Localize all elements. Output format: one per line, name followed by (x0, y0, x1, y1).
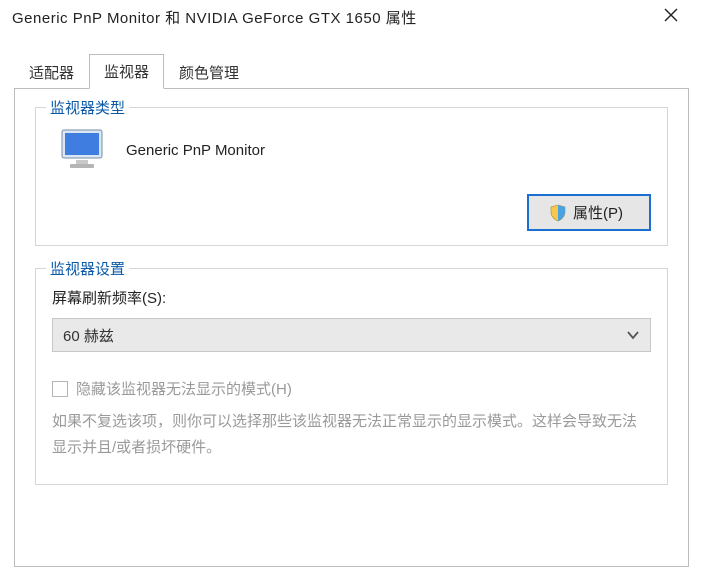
properties-button-label: 属性(P) (573, 202, 623, 223)
hide-modes-checkbox-label: 隐藏该监视器无法显示的模式(H) (76, 378, 292, 399)
monitor-settings-legend: 监视器设置 (46, 258, 129, 279)
tab-adapter[interactable]: 适配器 (14, 55, 89, 89)
monitor-name-text: Generic PnP Monitor (126, 142, 265, 159)
titlebar: Generic PnP Monitor 和 NVIDIA GeForce GTX… (0, 0, 703, 35)
window-title: Generic PnP Monitor 和 NVIDIA GeForce GTX… (12, 7, 417, 28)
chevron-down-icon (626, 328, 640, 342)
shield-icon (549, 204, 567, 222)
monitor-type-group: 监视器类型 Generic PnP Monitor (35, 107, 668, 246)
properties-dialog: Generic PnP Monitor 和 NVIDIA GeForce GTX… (0, 0, 703, 567)
monitor-icon (58, 126, 110, 174)
hide-modes-checkbox-row[interactable]: 隐藏该监视器无法显示的模式(H) (52, 378, 651, 399)
monitor-settings-group: 监视器设置 屏幕刷新频率(S): 60 赫兹 隐藏该监视器无法显示的模式(H) … (35, 268, 668, 485)
close-button[interactable] (651, 4, 691, 32)
close-icon (664, 8, 678, 27)
checkbox-box-icon (52, 381, 68, 397)
tab-monitor[interactable]: 监视器 (89, 54, 164, 89)
monitor-type-legend: 监视器类型 (46, 97, 129, 118)
refresh-rate-label: 屏幕刷新频率(S): (52, 287, 651, 308)
monitor-row: Generic PnP Monitor (52, 126, 651, 174)
tab-color-management[interactable]: 颜色管理 (164, 55, 254, 89)
refresh-rate-dropdown[interactable]: 60 赫兹 (52, 318, 651, 352)
hide-modes-hint: 如果不复选该项，则你可以选择那些该监视器无法正常显示的显示模式。这样会导致无法显… (52, 409, 651, 460)
refresh-rate-value: 60 赫兹 (63, 325, 114, 346)
tabstrip: 适配器 监视器 颜色管理 (0, 35, 703, 88)
tab-panel: 监视器类型 Generic PnP Monitor (14, 88, 689, 567)
properties-button[interactable]: 属性(P) (527, 194, 651, 231)
